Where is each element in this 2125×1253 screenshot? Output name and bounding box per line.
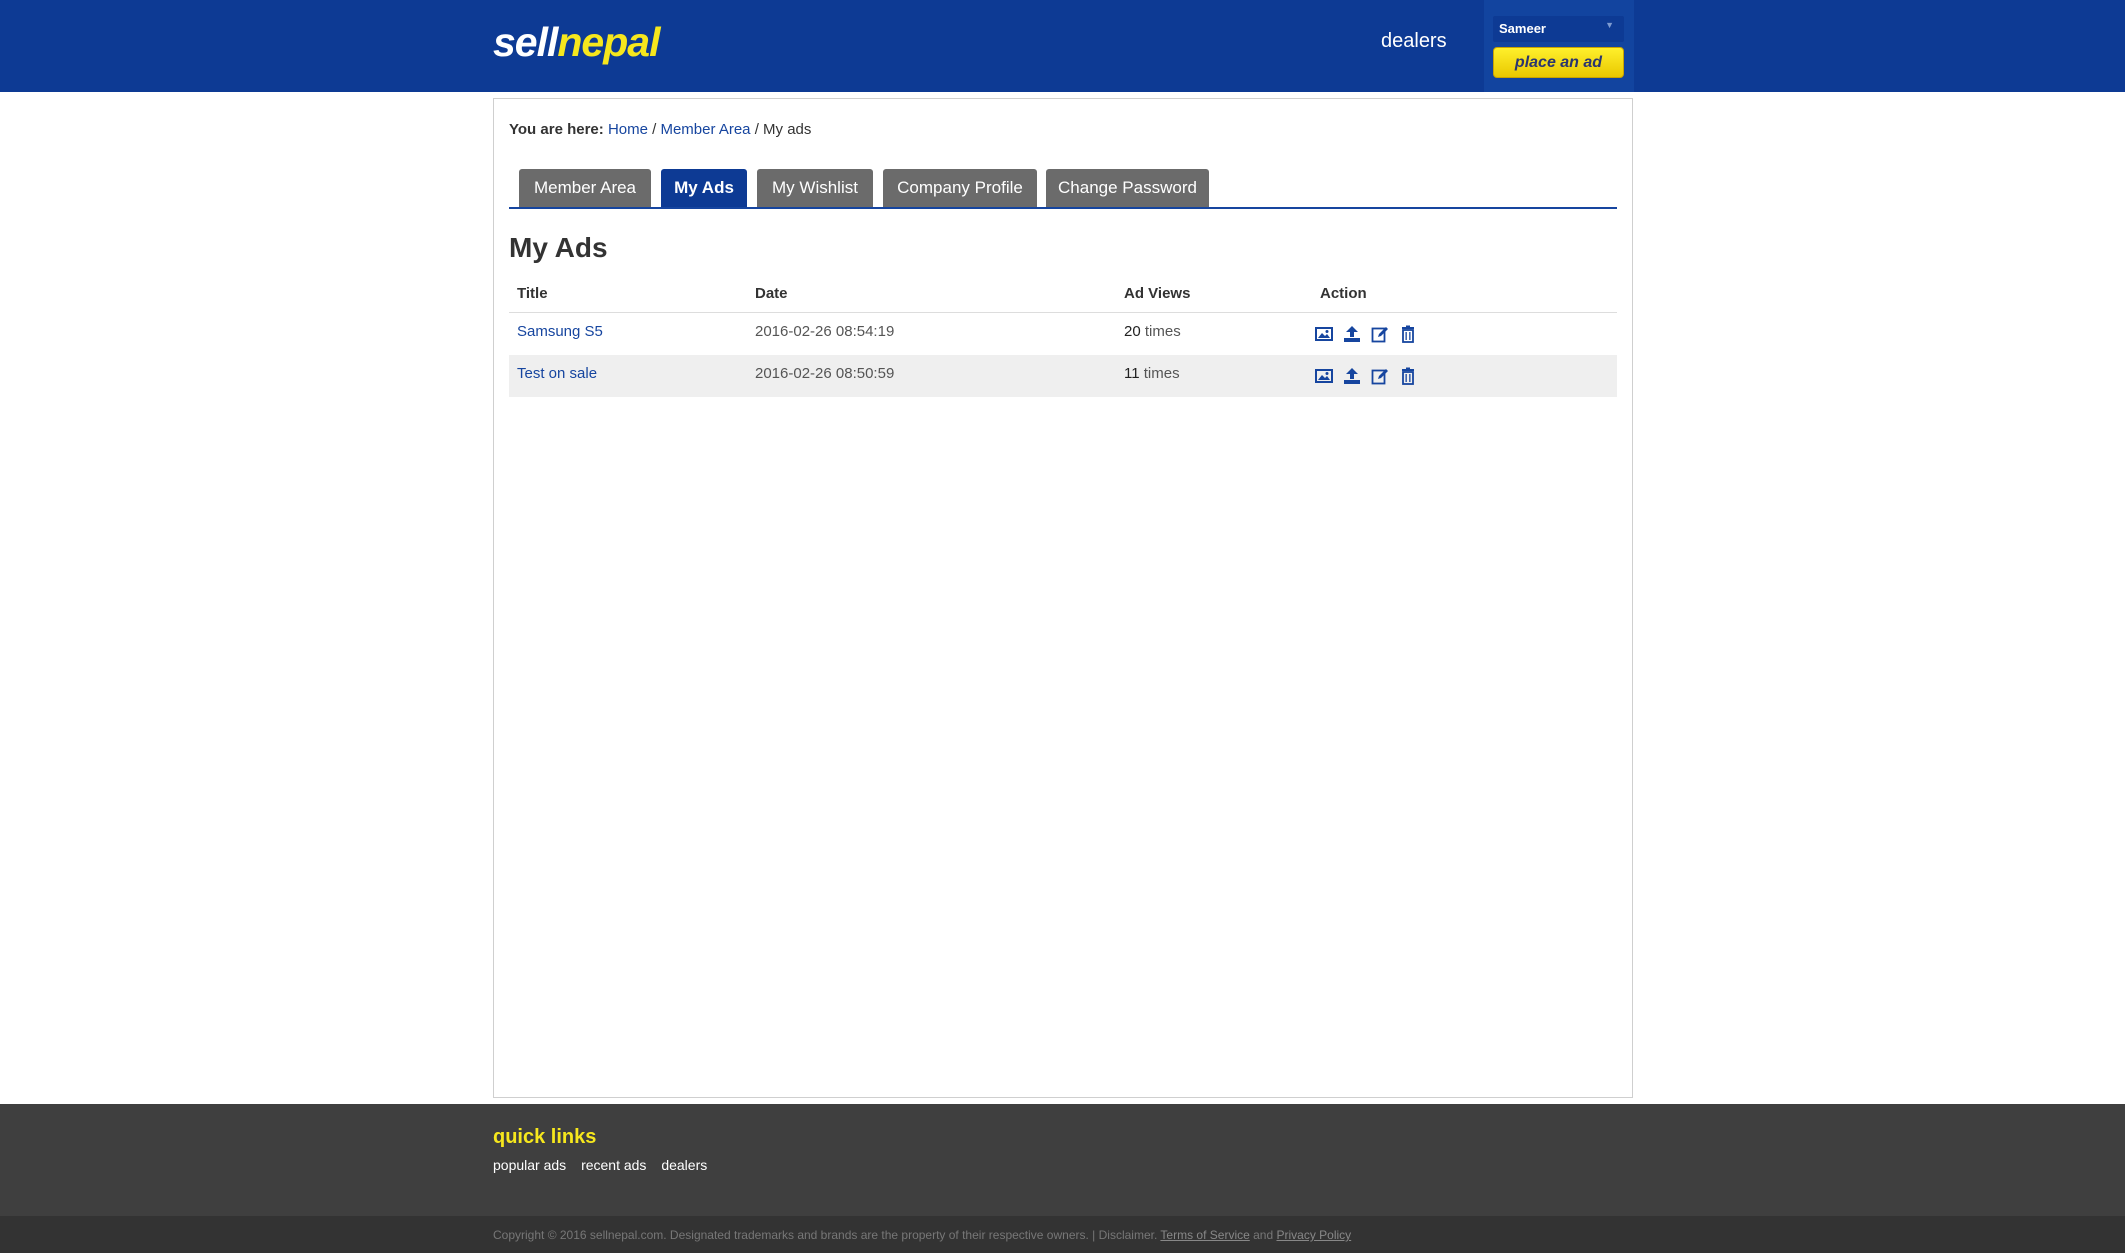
user-menu-dropdown[interactable]: Sameer ▼ — [1493, 16, 1624, 42]
user-panel: Sameer ▼ place an ad — [1484, 0, 1634, 92]
ad-date: 2016-02-26 08:50:59 — [755, 365, 895, 382]
upload-icon[interactable] — [1343, 325, 1361, 343]
logo-sell: sell — [493, 19, 558, 65]
image-icon[interactable] — [1315, 325, 1333, 343]
tab-member-area[interactable]: Member Area — [519, 169, 651, 207]
site-header: sellnepal dealers Sameer ▼ place an ad — [0, 0, 2125, 92]
breadcrumb-member-area-link[interactable]: Member Area — [660, 121, 750, 138]
breadcrumb-separator: / — [652, 121, 657, 138]
ad-views-count: 20 — [1124, 323, 1141, 340]
ad-views: 20 times — [1124, 323, 1181, 340]
logo-nepal: nepal — [557, 19, 660, 65]
table-header: Title Date Ad Views Action — [509, 281, 1617, 313]
breadcrumb-prefix: You are here: — [509, 121, 604, 138]
chevron-down-icon: ▼ — [1605, 20, 1614, 30]
tab-company-profile[interactable]: Company Profile — [883, 169, 1037, 207]
column-header-title: Title — [517, 285, 548, 302]
table-row: Samsung S5 2016-02-26 08:54:19 20 times — [509, 313, 1617, 355]
copyright-bar: Copyright © 2016 sellnepal.com. Designat… — [0, 1216, 2125, 1253]
ad-title-link[interactable]: Test on sale — [517, 365, 597, 382]
column-header-action: Action — [1320, 285, 1367, 302]
table-row: Test on sale 2016-02-26 08:50:59 11 time… — [509, 355, 1617, 397]
tab-my-wishlist[interactable]: My Wishlist — [757, 169, 873, 207]
copyright: Copyright © 2016 sellnepal.com. Designat… — [493, 1228, 1351, 1242]
ads-table: Title Date Ad Views Action Samsung S5 20… — [509, 281, 1617, 397]
trash-icon[interactable] — [1399, 367, 1417, 385]
column-header-date: Date — [755, 285, 788, 302]
privacy-link[interactable]: Privacy Policy — [1277, 1228, 1352, 1242]
edit-icon[interactable] — [1371, 367, 1389, 385]
ad-views-suffix: times — [1140, 323, 1181, 340]
edit-icon[interactable] — [1371, 325, 1389, 343]
footer: quick links popular ads recent ads deale… — [0, 1104, 2125, 1216]
breadcrumb-current: My ads — [763, 121, 812, 138]
footer-link-popular-ads[interactable]: popular ads — [493, 1157, 566, 1173]
ad-date: 2016-02-26 08:54:19 — [755, 323, 895, 340]
tab-my-ads[interactable]: My Ads — [661, 169, 747, 207]
footer-link-recent-ads[interactable]: recent ads — [581, 1157, 646, 1173]
ad-views: 11 times — [1124, 365, 1180, 382]
user-name: Sameer — [1499, 21, 1546, 36]
footer-link-dealers[interactable]: dealers — [661, 1157, 707, 1173]
ad-views-count: 11 — [1124, 365, 1140, 382]
ad-title-link[interactable]: Samsung S5 — [517, 323, 603, 340]
breadcrumb-home-link[interactable]: Home — [608, 121, 648, 138]
ad-actions — [1315, 325, 1417, 343]
ad-actions — [1315, 367, 1417, 385]
trash-icon[interactable] — [1399, 325, 1417, 343]
account-tabs: Member Area My Ads My Wishlist Company P… — [509, 169, 1617, 209]
page-title: My Ads — [509, 232, 608, 263]
site-logo[interactable]: sellnepal — [493, 18, 660, 66]
quick-links-title: quick links — [493, 1126, 597, 1148]
quick-links: popular ads recent ads dealers — [493, 1157, 718, 1173]
breadcrumb-separator: / — [754, 121, 759, 138]
upload-icon[interactable] — [1343, 367, 1361, 385]
place-ad-button[interactable]: place an ad — [1493, 47, 1624, 78]
ad-views-suffix: times — [1139, 365, 1180, 382]
image-icon[interactable] — [1315, 367, 1333, 385]
tab-change-password[interactable]: Change Password — [1046, 169, 1209, 207]
main-content: You are here: Home / Member Area / My ad… — [493, 98, 1633, 1098]
breadcrumb: You are here: Home / Member Area / My ad… — [509, 121, 811, 138]
copyright-text: Copyright © 2016 sellnepal.com. Designat… — [493, 1228, 1158, 1242]
terms-link[interactable]: Terms of Service — [1160, 1228, 1249, 1242]
column-header-ad-views: Ad Views — [1124, 285, 1191, 302]
nav-dealers-link[interactable]: dealers — [1381, 30, 1447, 53]
copyright-and: and — [1253, 1228, 1274, 1242]
